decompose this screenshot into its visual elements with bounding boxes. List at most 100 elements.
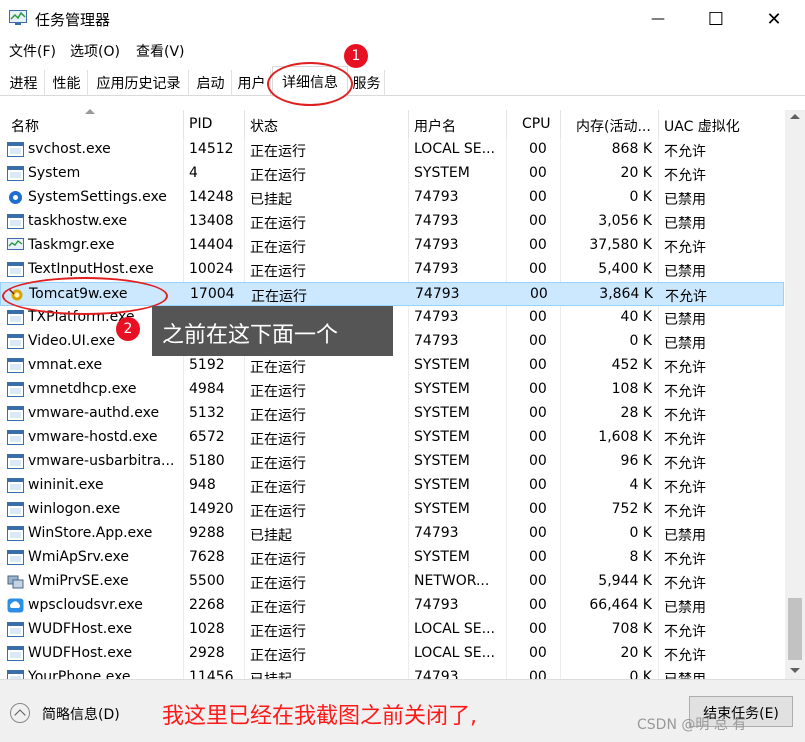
table-row[interactable]: System 4 正在运行 SYSTEM 00 20 K 不允许 xyxy=(0,162,784,186)
fewer-details-link[interactable]: 简略信息(D) xyxy=(42,704,120,724)
cell-name: WUDFHost.exe xyxy=(28,645,133,661)
cell-cpu: 00 xyxy=(529,573,547,589)
cell-status: 正在运行 xyxy=(250,624,306,640)
column-divider[interactable] xyxy=(244,110,245,138)
scroll-thumb[interactable] xyxy=(788,598,802,660)
cell-uac: 已禁用 xyxy=(664,600,706,616)
window-icon xyxy=(7,262,24,277)
cell-user: SYSTEM xyxy=(414,477,470,493)
cell-status: 正在运行 xyxy=(250,408,306,424)
cell-name: wininit.exe xyxy=(28,477,104,493)
table-row[interactable]: wpscloudsvr.exe 2268 正在运行 74793 00 66,464 K 已禁… xyxy=(0,594,784,618)
minimize-button[interactable]: — xyxy=(629,0,687,38)
watermark: CSDN @明 总 有 xyxy=(637,717,747,733)
column-divider[interactable] xyxy=(408,110,409,138)
cell-cpu: 00 xyxy=(529,621,547,637)
window-icon xyxy=(7,382,24,397)
sort-ascending-icon xyxy=(85,109,95,114)
cell-cpu: 00 xyxy=(529,597,547,613)
column-divider[interactable] xyxy=(658,110,659,138)
tab-performance[interactable]: 性能 xyxy=(46,70,88,96)
cell-cpu: 00 xyxy=(529,477,547,493)
table-row[interactable]: WUDFHost.exe 1028 正在运行 LOCAL SE... 00 708 K 不允… xyxy=(0,618,784,642)
column-divider[interactable] xyxy=(560,110,561,138)
cell-status: 正在运行 xyxy=(250,456,306,472)
cell-name: wpscloudsvr.exe xyxy=(28,597,143,613)
table-row[interactable]: winlogon.exe 14920 正在运行 SYSTEM 00 752 K 不允许 xyxy=(0,498,784,522)
close-button[interactable]: ✕ xyxy=(745,0,803,38)
cell-name: taskhostw.exe xyxy=(28,213,128,229)
menu-file[interactable]: 文件(F) xyxy=(9,41,56,61)
scroll-up-icon[interactable] xyxy=(790,114,800,119)
gear-icon xyxy=(7,190,24,205)
table-row[interactable]: SystemSettings.exe 14248 已挂起 74793 00 0 K 已禁用 xyxy=(0,186,784,210)
window-icon xyxy=(7,454,24,469)
table-row[interactable]: vmnetdhcp.exe 4984 正在运行 SYSTEM 00 108 K 不允许 xyxy=(0,378,784,402)
table-row[interactable]: taskhostw.exe 13408 正在运行 74793 00 3,056 K 已禁用 xyxy=(0,210,784,234)
tab-app-history[interactable]: 应用历史记录 xyxy=(89,70,189,96)
table-row[interactable]: WmiApSrv.exe 7628 正在运行 SYSTEM 00 8 K 不允许 xyxy=(0,546,784,570)
process-list[interactable]: svchost.exe 14512 正在运行 LOCAL SE... 00 868 K 不允… xyxy=(0,138,784,679)
column-user[interactable]: 用户名 xyxy=(414,116,456,136)
column-memory[interactable]: 内存(活动... xyxy=(576,116,651,136)
collapse-icon[interactable] xyxy=(10,703,30,723)
table-row[interactable]: vmware-hostd.exe 6572 正在运行 SYSTEM 00 1,608 K 不… xyxy=(0,426,784,450)
table-row[interactable]: vmware-authd.exe 5132 正在运行 SYSTEM 00 28 K 不允许 xyxy=(0,402,784,426)
window-icon xyxy=(7,358,24,373)
cell-status: 已挂起 xyxy=(250,669,292,679)
menu-view[interactable]: 查看(V) xyxy=(136,41,185,61)
scroll-down-icon[interactable] xyxy=(790,668,800,673)
table-row[interactable]: WUDFHost.exe 2928 正在运行 LOCAL SE... 00 20 K 不允许 xyxy=(0,642,784,666)
table-row[interactable]: wininit.exe 948 正在运行 SYSTEM 00 4 K 不允许 xyxy=(0,474,784,498)
column-status[interactable]: 状态 xyxy=(250,116,278,136)
cell-status: 正在运行 xyxy=(250,600,306,616)
column-divider[interactable] xyxy=(183,110,184,138)
menu-bar: 文件(F) 选项(O) 查看(V) xyxy=(0,38,805,64)
table-row[interactable]: svchost.exe 14512 正在运行 LOCAL SE... 00 868 K 不允… xyxy=(0,138,784,162)
table-row[interactable]: WinStore.App.exe 9288 已挂起 74793 00 0 K 已禁用 xyxy=(0,522,784,546)
column-uac[interactable]: UAC 虚拟化 xyxy=(664,116,740,136)
table-row[interactable]: vmware-usbarbitra... 5180 正在运行 SYSTEM 00 96 K… xyxy=(0,450,784,474)
cell-user: SYSTEM xyxy=(414,501,470,517)
cell-pid: 5192 xyxy=(189,357,225,373)
cell-status: 正在运行 xyxy=(250,480,306,496)
cell-pid: 11456 xyxy=(189,669,234,679)
cell-cpu: 00 xyxy=(529,501,547,517)
column-pid[interactable]: PID xyxy=(189,116,212,132)
column-divider[interactable] xyxy=(506,110,507,138)
window-title: 任务管理器 xyxy=(35,11,111,29)
tab-services[interactable]: 服务 xyxy=(349,70,385,96)
table-row[interactable]: vmnat.exe 5192 正在运行 SYSTEM 00 452 K 不允许 xyxy=(0,354,784,378)
cell-name: YourPhone.exe xyxy=(28,669,131,679)
table-row[interactable]: YourPhone.exe 11456 已挂起 74793 00 0 K 已禁用 xyxy=(0,666,784,679)
cell-cpu: 00 xyxy=(529,357,547,373)
cell-memory: 1,608 K xyxy=(598,429,652,445)
cell-user: SYSTEM xyxy=(414,381,470,397)
cell-status: 正在运行 xyxy=(250,168,306,184)
menu-options[interactable]: 选项(O) xyxy=(70,41,120,61)
cell-pid: 5180 xyxy=(189,453,225,469)
cell-memory: 5,944 K xyxy=(598,573,652,589)
table-row[interactable]: WmiPrvSE.exe 5500 正在运行 NETWOR... 00 5,944 K 不允… xyxy=(0,570,784,594)
maximize-button[interactable]: ☐ xyxy=(687,0,745,38)
table-row[interactable]: Taskmgr.exe 14404 正在运行 74793 00 37,580 K 不允许 xyxy=(0,234,784,258)
vertical-scrollbar[interactable] xyxy=(785,110,805,679)
column-cpu[interactable]: CPU xyxy=(522,116,550,132)
tab-startup[interactable]: 启动 xyxy=(190,70,232,96)
cell-status: 正在运行 xyxy=(250,552,306,568)
column-name[interactable]: 名称 xyxy=(11,116,39,136)
cell-cpu: 00 xyxy=(529,189,547,205)
window-icon xyxy=(7,646,24,661)
cell-name: vmware-usbarbitra... xyxy=(28,453,175,469)
footer: 简略信息(D) 我这里已经在我截图之前关闭了, 结束任务(E) CSDN @明 … xyxy=(0,679,805,742)
tab-users[interactable]: 用户 xyxy=(233,70,271,96)
window-icon xyxy=(7,310,24,325)
cell-memory: 0 K xyxy=(629,669,652,679)
cell-user: 74793 xyxy=(414,189,459,205)
cell-uac: 不允许 xyxy=(664,432,706,448)
cell-user: SYSTEM xyxy=(414,429,470,445)
cell-pid: 14248 xyxy=(189,189,234,205)
tab-processes[interactable]: 进程 xyxy=(3,70,45,96)
cell-name: WmiApSrv.exe xyxy=(28,549,129,565)
cell-cpu: 00 xyxy=(529,333,547,349)
